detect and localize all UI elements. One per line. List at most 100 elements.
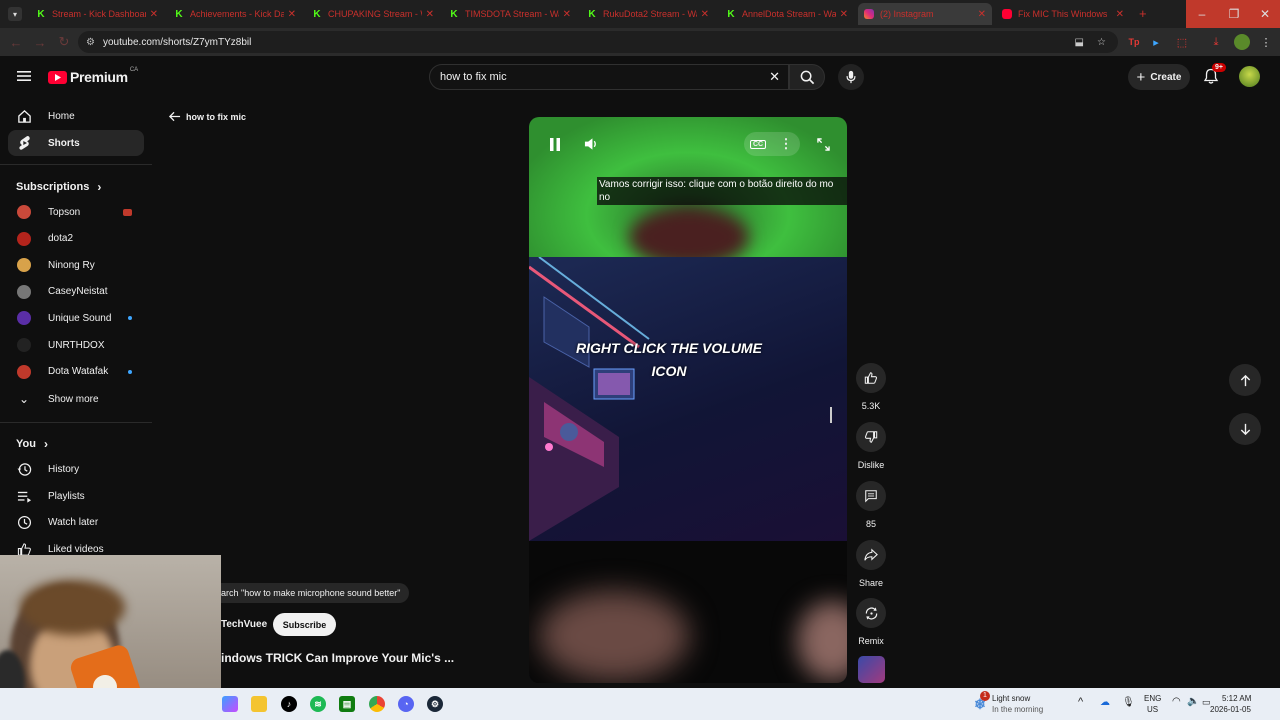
new-tab-button[interactable]: + bbox=[1139, 6, 1147, 21]
youtube-premium-logo[interactable]: Premium CA bbox=[48, 67, 138, 85]
xbox-app-icon[interactable]: ▤ bbox=[339, 696, 355, 712]
tab-search-icon[interactable]: ▾ bbox=[8, 7, 22, 21]
clear-search-icon[interactable]: ✕ bbox=[769, 69, 780, 85]
browser-tab[interactable]: K Stream - Kick Dashboard ✕ bbox=[30, 3, 164, 25]
remix-button[interactable]: Remix bbox=[855, 598, 887, 646]
subscription-item[interactable]: Unique Sound bbox=[8, 305, 144, 331]
like-button[interactable]: 5.3K bbox=[855, 363, 887, 411]
pause-button[interactable] bbox=[545, 134, 565, 154]
close-tab-icon[interactable]: ✕ bbox=[150, 9, 158, 20]
subscription-item[interactable]: Ninong Ry bbox=[8, 252, 144, 278]
browser-tab[interactable]: Fix MIC This Windows ✕ bbox=[996, 3, 1130, 25]
install-app-icon[interactable]: ⬓ bbox=[1075, 37, 1084, 48]
maximize-button[interactable]: ❐ bbox=[1218, 0, 1250, 28]
clock-time[interactable]: 5:12 AM bbox=[1222, 694, 1251, 703]
create-button[interactable]: + Create bbox=[1128, 64, 1190, 90]
back-icon[interactable]: ← bbox=[8, 34, 24, 50]
cloud-sync-icon[interactable]: ☁ bbox=[1100, 697, 1110, 708]
sound-thumbnail[interactable] bbox=[858, 656, 885, 683]
search-input[interactable]: how to fix mic ✕ bbox=[429, 64, 789, 90]
downloads-icon[interactable]: ⤓ bbox=[1208, 34, 1224, 50]
share-button[interactable]: Share bbox=[855, 540, 887, 588]
media-control-icon[interactable]: ▸ bbox=[1148, 34, 1164, 50]
voice-search-button[interactable] bbox=[838, 64, 864, 90]
sidebar-item-history[interactable]: History bbox=[8, 456, 144, 482]
discord-icon[interactable]: ◔ bbox=[398, 696, 414, 712]
browser-tab[interactable]: (2) Instagram ✕ bbox=[858, 3, 992, 25]
reload-icon[interactable]: ↻ bbox=[56, 34, 72, 50]
captions-button[interactable]: CC bbox=[744, 132, 772, 156]
channel-avatar bbox=[17, 284, 31, 299]
bookmark-star-icon[interactable]: ☆ bbox=[1097, 37, 1106, 48]
subscription-item[interactable]: CaseyNeistat bbox=[8, 279, 144, 305]
close-tab-icon[interactable]: ✕ bbox=[978, 9, 986, 20]
region-label[interactable]: US bbox=[1147, 705, 1158, 714]
back-to-search-button[interactable]: how to fix mic bbox=[168, 110, 246, 123]
close-tab-icon[interactable]: ✕ bbox=[288, 9, 296, 20]
close-tab-icon[interactable]: ✕ bbox=[1116, 9, 1124, 20]
kick-icon: K bbox=[450, 8, 458, 20]
sidebar-item-label: Watch later bbox=[48, 516, 99, 528]
microphone-tray-icon[interactable]: 🎙 bbox=[1122, 697, 1135, 708]
speaker-icon[interactable]: 🔈 bbox=[1187, 696, 1199, 707]
more-options-button[interactable]: ⋮ bbox=[772, 132, 800, 156]
browser-tab[interactable]: K RukuDota2 Stream - Wa ✕ bbox=[581, 3, 715, 25]
you-heading[interactable]: You › bbox=[16, 437, 48, 451]
clock-date[interactable]: 2026-01-05 bbox=[1210, 705, 1251, 714]
next-short-button[interactable] bbox=[1229, 413, 1261, 445]
subscription-item[interactable]: Topson bbox=[8, 199, 144, 225]
previous-short-button[interactable] bbox=[1229, 364, 1261, 396]
tray-overflow-icon[interactable]: ^ bbox=[1078, 696, 1083, 708]
subscribe-button[interactable]: Subscribe bbox=[273, 613, 336, 636]
subscription-item[interactable]: UNRTHDOX bbox=[8, 332, 144, 358]
site-info-icon[interactable]: ⚙ bbox=[86, 37, 95, 48]
sidebar-item-watch-later[interactable]: Watch later bbox=[8, 509, 144, 535]
address-bar[interactable]: ⚙ youtube.com/shorts/Z7ymTYz8bil ⬓ ☆ bbox=[78, 31, 1118, 53]
chrome-menu-icon[interactable]: ⋮ bbox=[1258, 34, 1274, 50]
tiktok-icon[interactable]: ♪ bbox=[281, 696, 297, 712]
forward-icon[interactable]: → bbox=[32, 34, 48, 50]
fullscreen-button[interactable] bbox=[813, 134, 833, 154]
volume-button[interactable] bbox=[581, 134, 601, 154]
notifications-button[interactable]: 9+ bbox=[1203, 63, 1226, 86]
puzzle-extension-icon[interactable]: ⬚ bbox=[1174, 34, 1190, 50]
sidebar-item-playlists[interactable]: Playlists bbox=[8, 483, 144, 509]
close-tab-icon[interactable]: ✕ bbox=[563, 9, 571, 20]
spotify-icon[interactable]: ≋ bbox=[310, 696, 326, 712]
channel-name[interactable]: TechVuee bbox=[221, 619, 267, 630]
subscriptions-heading[interactable]: Subscriptions › bbox=[16, 180, 101, 194]
shorts-video-player[interactable]: CC ⋮ Vamos corrigir isso: clique com o b… bbox=[529, 117, 847, 683]
guide-menu-icon[interactable] bbox=[16, 68, 32, 84]
wifi-icon[interactable]: ◠ bbox=[1172, 696, 1181, 707]
subscription-item[interactable]: dota2 bbox=[8, 226, 144, 252]
browser-tab[interactable]: K Achievements - Kick Dash ✕ bbox=[168, 3, 302, 25]
close-tab-icon[interactable]: ✕ bbox=[426, 9, 434, 20]
sidebar-item-label: History bbox=[48, 463, 80, 475]
steam-icon[interactable]: ⚙ bbox=[427, 696, 443, 712]
language-label[interactable]: ENG bbox=[1144, 694, 1161, 703]
extension-icon[interactable]: Tp bbox=[1126, 34, 1142, 50]
minimize-button[interactable]: – bbox=[1186, 0, 1218, 28]
browser-tab[interactable]: K AnnelDota Stream - Wa ✕ bbox=[720, 3, 854, 25]
profile-avatar[interactable] bbox=[1234, 34, 1250, 50]
related-search-chip[interactable]: arch "how to make microphone sound bette… bbox=[221, 583, 409, 603]
copilot-icon[interactable] bbox=[222, 696, 238, 712]
subscription-label: dota2 bbox=[48, 233, 74, 245]
close-tab-icon[interactable]: ✕ bbox=[701, 9, 709, 20]
video-title[interactable]: indows TRICK Can Improve Your Mic's ... bbox=[221, 651, 454, 665]
close-window-button[interactable]: ✕ bbox=[1250, 0, 1280, 28]
guide-sidebar: Home Shorts Subscriptions › Topson dota2 N… bbox=[0, 98, 152, 558]
comments-button[interactable]: 85 bbox=[855, 481, 887, 529]
browser-tab[interactable]: K TIMSDOTA Stream - Wa ✕ bbox=[443, 3, 577, 25]
show-more-button[interactable]: ⌄ Show more bbox=[8, 386, 144, 412]
close-tab-icon[interactable]: ✕ bbox=[840, 9, 848, 20]
account-avatar[interactable] bbox=[1239, 66, 1260, 87]
search-button[interactable] bbox=[789, 64, 825, 90]
file-explorer-icon[interactable] bbox=[251, 696, 267, 712]
subscription-item[interactable]: Dota Watafak bbox=[8, 359, 144, 385]
browser-tab[interactable]: K CHUPAKING Stream - Wa ✕ bbox=[306, 3, 440, 25]
chrome-icon[interactable] bbox=[369, 696, 385, 712]
dislike-button[interactable]: Dislike bbox=[855, 422, 887, 470]
sidebar-item-home[interactable]: Home bbox=[8, 103, 144, 129]
sidebar-item-shorts[interactable]: Shorts bbox=[8, 130, 144, 156]
